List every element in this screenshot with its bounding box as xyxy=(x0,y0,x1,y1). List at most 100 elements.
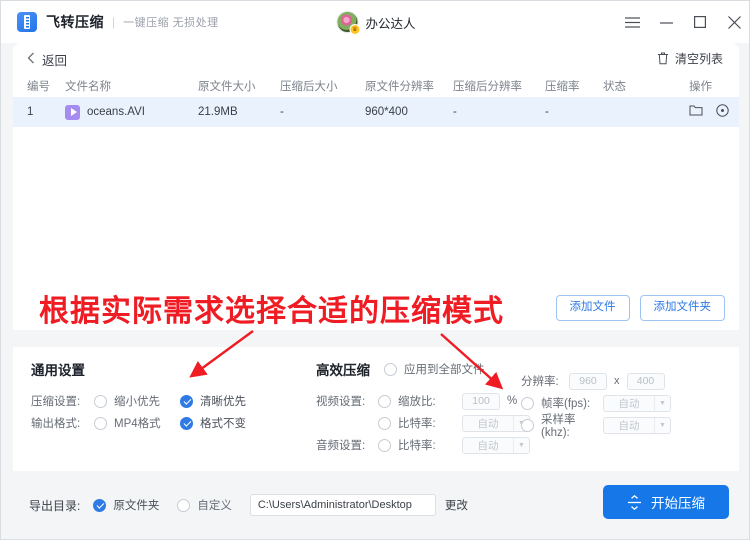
radio-label: MP4格式 xyxy=(114,418,161,430)
radio-option-sample-rate[interactable]: 采样率(khz): xyxy=(521,411,603,439)
settings-card: 通用设置 压缩设置: 缩小优先 清晰优先 输出格式: MP4格式 格式不变 高效… xyxy=(13,347,739,471)
minimize-icon[interactable] xyxy=(649,1,683,43)
radio-option-apply-all-files[interactable]: 应用到全部文件 xyxy=(384,361,485,377)
vip-crown-icon: ♛ xyxy=(349,24,361,35)
annotation-text: 根据实际需求选择合适的压缩模式 xyxy=(39,294,504,329)
video-setting-label: 视频设置: xyxy=(316,396,366,408)
table-row[interactable]: 1 oceans.AVI 21.9MB - 960*400 - - xyxy=(13,97,739,127)
radio-label: 格式不变 xyxy=(200,418,246,430)
export-directory-label: 导出目录: xyxy=(29,498,81,513)
radio-option-source-folder[interactable]: 原文件夹 xyxy=(93,497,159,513)
user-account[interactable]: ♛ 办公达人 xyxy=(336,11,416,35)
radio-icon xyxy=(378,394,391,408)
add-folder-button[interactable]: 添加文件夹 xyxy=(639,295,725,321)
avatar[interactable]: ♛ xyxy=(336,11,361,35)
chevron-down-icon: ▼ xyxy=(513,437,529,453)
radio-option-scale-ratio[interactable]: 缩放比: xyxy=(378,393,462,409)
add-file-button[interactable]: 添加文件 xyxy=(555,295,630,321)
row-compressed-resolution: - xyxy=(453,106,457,118)
radio-option-mp4-format[interactable]: MP4格式 xyxy=(94,415,180,431)
radio-option-fps[interactable]: 帧率(fps): xyxy=(521,395,603,411)
row-file-name: oceans.AVI xyxy=(87,106,145,118)
radio-icon xyxy=(521,418,534,432)
general-settings-title: 通用设置 xyxy=(31,363,85,378)
radio-icon-checked xyxy=(180,394,193,408)
radio-icon xyxy=(177,498,191,512)
general-settings-section: 通用设置 压缩设置: 缩小优先 清晰优先 输出格式: MP4格式 格式不变 xyxy=(31,359,246,434)
row-actions xyxy=(689,104,749,120)
hamburger-menu-icon[interactable] xyxy=(615,1,649,43)
list-toolbar: 返回 清空列表 xyxy=(13,43,739,75)
change-path-button[interactable]: 更改 xyxy=(445,497,468,513)
back-button[interactable]: 返回 xyxy=(27,50,67,69)
col-header-original-resolution: 原文件分辨率 xyxy=(365,81,434,93)
remove-circle-icon[interactable] xyxy=(716,104,729,120)
radio-label: 自定义 xyxy=(197,500,232,512)
start-compress-button[interactable]: 开始压缩 xyxy=(603,485,729,519)
empty-list-area xyxy=(13,127,739,287)
compress-setting-row: 压缩设置: 缩小优先 清晰优先 xyxy=(31,390,246,412)
resolution-width-input[interactable]: 960 xyxy=(569,372,607,390)
radio-label: 原文件夹 xyxy=(113,500,160,512)
radio-option-clarity-priority[interactable]: 清晰优先 xyxy=(180,393,246,409)
radio-label: 应用到全部文件 xyxy=(404,364,485,376)
table-header: 编号 文件名称 原文件大小 压缩后大小 原文件分辨率 压缩后分辨率 压缩率 状态… xyxy=(13,75,739,97)
export-path-input[interactable]: C:\Users\Administrator\Desktop xyxy=(249,494,436,516)
radio-icon-checked xyxy=(180,416,193,430)
resolution-label: 分辨率: xyxy=(521,376,559,388)
app-logo-icon xyxy=(17,12,37,32)
app-subtitle: 一键压缩 无损处理 xyxy=(123,17,219,29)
radio-option-keep-format[interactable]: 格式不变 xyxy=(180,415,246,431)
radio-option-audio-bitrate[interactable]: 比特率: xyxy=(378,437,462,453)
radio-option-shrink-priority[interactable]: 缩小优先 xyxy=(94,393,180,409)
general-settings-rows: 压缩设置: 缩小优先 清晰优先 输出格式: MP4格式 格式不变 xyxy=(31,390,246,434)
clear-list-label: 清空列表 xyxy=(674,52,723,66)
sample-rate-row: 采样率(khz): 自动 ▼ xyxy=(521,411,671,439)
row-original-size: 21.9MB xyxy=(198,106,238,118)
scale-ratio-input[interactable]: 100 xyxy=(462,392,500,410)
row-compressed-size: - xyxy=(280,106,284,118)
output-format-label: 输出格式: xyxy=(31,418,81,430)
sample-rate-select[interactable]: 自动 ▼ xyxy=(603,416,671,434)
radio-label: 比特率: xyxy=(398,418,436,430)
row-no: 1 xyxy=(27,106,34,118)
resolution-height-input[interactable]: 400 xyxy=(626,372,665,390)
maximize-icon[interactable] xyxy=(683,1,717,43)
back-label: 返回 xyxy=(42,53,68,68)
output-format-row: 输出格式: MP4格式 格式不变 xyxy=(31,412,246,434)
radio-icon xyxy=(378,416,391,430)
col-header-original-size: 原文件大小 xyxy=(198,81,256,93)
audio-bitrate-select[interactable]: 自动 ▼ xyxy=(462,436,530,454)
compress-setting-label: 压缩设置: xyxy=(31,396,81,408)
col-header-compressed-resolution: 压缩后分辨率 xyxy=(453,81,522,93)
folder-open-icon[interactable] xyxy=(689,104,703,120)
chevron-left-icon xyxy=(27,52,35,66)
add-buttons-group: 添加文件 添加文件夹 xyxy=(555,295,725,321)
percent-sign: % xyxy=(507,395,518,407)
bottom-bar: 导出目录: 原文件夹 自定义 C:\Users\Administrator\De… xyxy=(1,471,749,539)
radio-option-video-bitrate[interactable]: 比特率: xyxy=(378,415,462,431)
video-file-icon xyxy=(65,104,80,120)
app-title: 飞转压缩 xyxy=(46,14,104,30)
radio-icon-checked xyxy=(93,498,107,512)
chevron-down-icon: ▼ xyxy=(654,395,670,411)
radio-icon xyxy=(384,362,397,376)
compress-arrows-icon xyxy=(627,494,642,510)
radio-label: 比特率: xyxy=(398,440,436,452)
title-bar: 飞转压缩 | 一键压缩 无损处理 ♛ 办公达人 xyxy=(1,1,749,43)
clear-list-button[interactable]: 清空列表 xyxy=(657,50,723,67)
resolution-row: 分辨率: 960 x 400 xyxy=(521,370,671,392)
col-header-no: 编号 xyxy=(27,81,50,93)
video-bitrate-select[interactable]: 自动 ▼ xyxy=(462,414,530,432)
chevron-down-icon: ▼ xyxy=(654,417,670,433)
fps-select[interactable]: 自动 ▼ xyxy=(603,394,671,412)
close-icon[interactable] xyxy=(717,1,749,43)
row-original-resolution: 960*400 xyxy=(365,106,408,118)
export-directory-row: 导出目录: 原文件夹 自定义 C:\Users\Administrator\De… xyxy=(29,494,468,516)
col-header-name: 文件名称 xyxy=(65,81,111,93)
col-header-actions: 操作 xyxy=(689,81,712,93)
app-window: 飞转压缩 | 一键压缩 无损处理 ♛ 办公达人 返回 清空列表 编号 文件名称 … xyxy=(0,0,750,540)
radio-option-custom-folder[interactable]: 自定义 xyxy=(177,497,232,513)
efficient-compression-title: 高效压缩 xyxy=(316,363,370,378)
row-name-cell: oceans.AVI xyxy=(65,104,198,120)
